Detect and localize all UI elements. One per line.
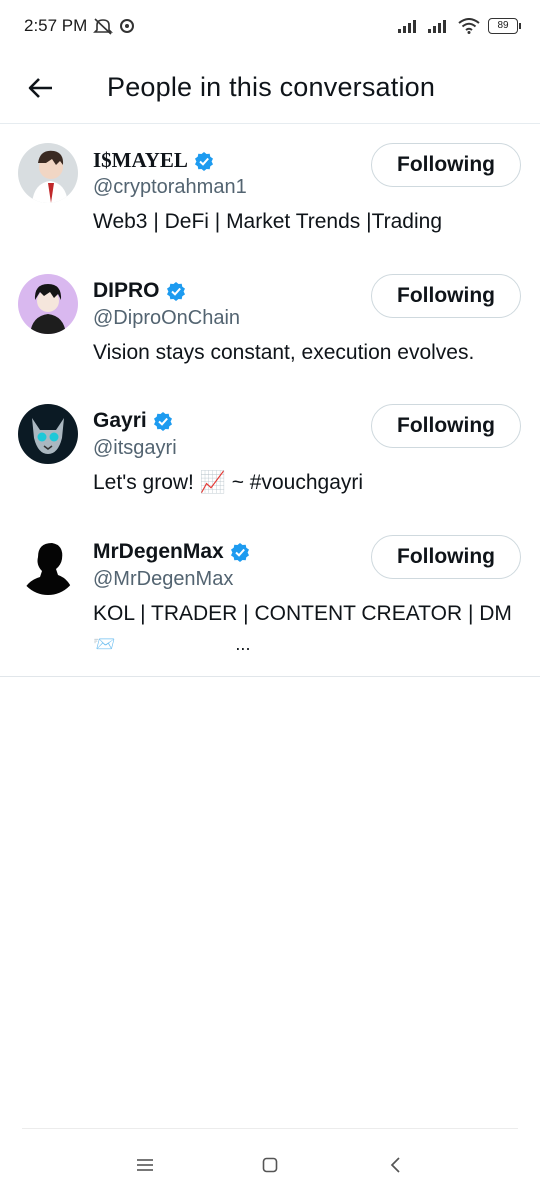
- user-handle: @MrDegenMax: [93, 567, 234, 590]
- user-name-line: Gayri: [93, 409, 173, 433]
- status-time: 2:57 PM: [24, 16, 88, 35]
- menu-button[interactable]: [132, 1152, 158, 1178]
- avatar[interactable]: [18, 143, 78, 203]
- wifi-icon: [458, 18, 480, 34]
- menu-icon: [137, 1159, 153, 1171]
- user-bio: Vision stays constant, execution evolves…: [93, 340, 475, 364]
- mute-icon: [93, 18, 114, 35]
- verified-badge-icon: [166, 281, 185, 301]
- following-button[interactable]: Following: [371, 404, 521, 448]
- list-item[interactable]: MrDegenMax @MrDegenMax Following KOL | T…: [0, 516, 540, 668]
- battery-level: 89: [497, 20, 509, 31]
- home-button[interactable]: [257, 1152, 283, 1178]
- avatar-image: [18, 534, 78, 595]
- user-name-line: DIPRO: [93, 279, 186, 303]
- user-bio: Let's grow! 📈 ~ #vouchgayri: [93, 471, 364, 494]
- following-button[interactable]: Following: [371, 143, 521, 187]
- chat-bubble-icon: [120, 19, 135, 33]
- avatar[interactable]: [18, 273, 78, 334]
- back-nav-button[interactable]: [382, 1152, 408, 1178]
- list-divider: [0, 676, 540, 677]
- nav-divider: [22, 1128, 518, 1129]
- user-name: MrDegenMax: [93, 539, 224, 563]
- user-handle: @cryptorahman1: [93, 176, 247, 198]
- user-name: I$MAYEL: [93, 148, 188, 172]
- user-name: Gayri: [93, 409, 147, 432]
- status-left: 2:57 PM: [24, 16, 135, 36]
- user-name-line: MrDegenMax: [93, 540, 250, 564]
- following-button[interactable]: Following: [371, 273, 521, 318]
- status-bar: 2:57 PM 89: [0, 0, 540, 52]
- list-item[interactable]: Gayri @itsgayri Following Let's grow! 📈 …: [0, 385, 540, 516]
- following-button[interactable]: Following: [371, 534, 521, 579]
- user-bio-continuation: 📨 ...: [93, 633, 251, 654]
- system-nav-bar: [0, 1128, 540, 1200]
- home-square-icon: [262, 1157, 278, 1173]
- avatar[interactable]: [18, 404, 78, 464]
- user-name: DIPRO: [93, 278, 160, 302]
- verified-badge-icon: [153, 412, 172, 431]
- signal-icon: [428, 20, 446, 33]
- avatar-image: [18, 404, 78, 464]
- back-chevron-icon: [390, 1157, 400, 1173]
- user-name-line: I$MAYEL: [93, 148, 214, 173]
- user-handle: @itsgayri: [93, 437, 177, 459]
- user-bio: KOL | TRADER | CONTENT CREATOR | DM: [93, 601, 512, 625]
- page-title: People in this conversation: [107, 72, 436, 102]
- avatar-image: [18, 273, 78, 334]
- list-item[interactable]: I$MAYEL @cryptorahman1 Following Web3 | …: [0, 124, 540, 255]
- list-item[interactable]: DIPRO @DiproOnChain Following Vision sta…: [0, 255, 540, 386]
- avatar-image: [18, 143, 78, 203]
- user-bio: Web3 | DeFi | Market Trends |Trading: [93, 210, 442, 233]
- arrow-left-icon: [28, 77, 52, 98]
- battery-icon: 89: [488, 18, 521, 34]
- avatar[interactable]: [18, 534, 78, 595]
- signal-icon: [398, 20, 416, 33]
- page-header: People in this conversation: [0, 52, 540, 124]
- status-right: 89: [398, 18, 521, 34]
- back-button[interactable]: [19, 66, 63, 110]
- verified-badge-icon: [230, 542, 249, 562]
- user-handle: @DiproOnChain: [93, 306, 241, 329]
- people-list: I$MAYEL @cryptorahman1 Following Web3 | …: [0, 124, 540, 668]
- verified-badge-icon: [194, 151, 213, 171]
